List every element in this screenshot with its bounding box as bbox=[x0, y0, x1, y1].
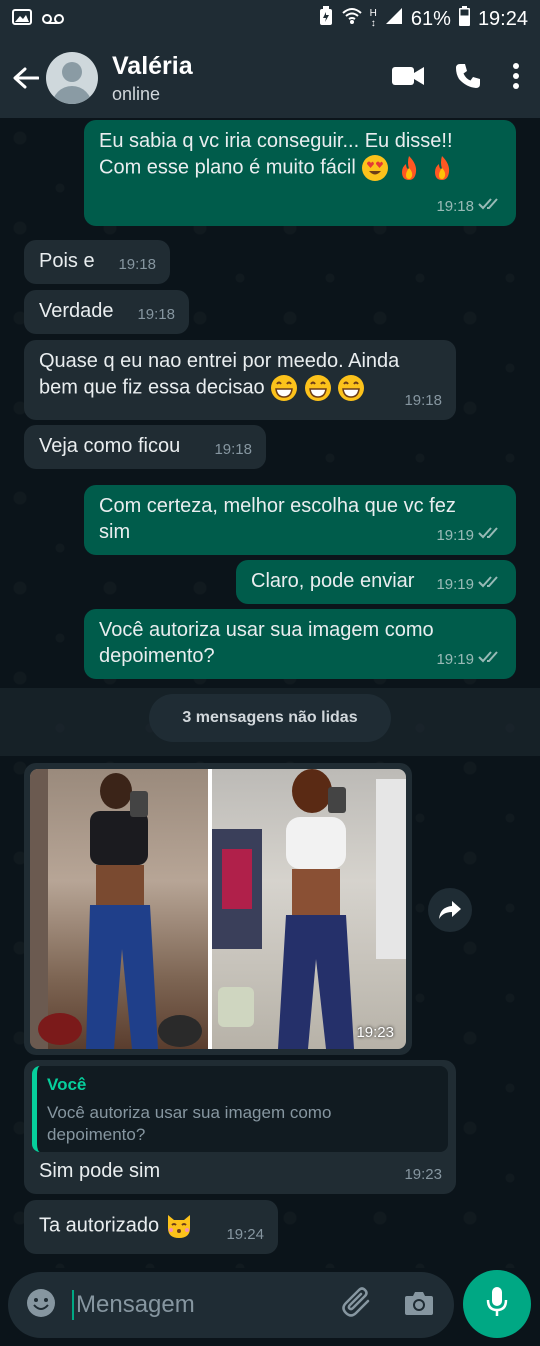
voicemail-icon bbox=[42, 8, 64, 31]
text-cursor bbox=[72, 1290, 74, 1320]
message-text: Claro, pode enviar bbox=[251, 570, 415, 592]
message-text: Sim pode sim bbox=[39, 1160, 161, 1182]
back-arrow-icon[interactable] bbox=[8, 60, 44, 96]
photo-after bbox=[212, 769, 406, 1049]
message-text: Ta autorizado bbox=[39, 1214, 160, 1237]
read-ticks-icon bbox=[478, 572, 502, 598]
heart-eyes-emoji-icon bbox=[361, 154, 389, 182]
emoji-icon[interactable] bbox=[26, 1288, 56, 1323]
message-text-line: Com esse plano é muito fácil bbox=[99, 156, 356, 179]
battery-saver-icon bbox=[318, 6, 334, 32]
read-ticks-icon bbox=[478, 647, 502, 673]
message-incoming[interactable]: Ta autorizado 19:24 bbox=[24, 1200, 278, 1254]
message-text-line: Eu sabia q vc iria conseguir... Eu disse… bbox=[99, 130, 453, 152]
clock: 19:24 bbox=[477, 7, 528, 30]
message-incoming-reply[interactable]: Você Você autoriza usar sua imagem como … bbox=[24, 1060, 456, 1194]
avatar[interactable] bbox=[46, 52, 98, 104]
message-time: 19:18 bbox=[137, 306, 175, 323]
video-call-icon[interactable] bbox=[392, 65, 424, 92]
chat-area[interactable]: Eu sabia q vc iria conseguir... Eu disse… bbox=[0, 118, 540, 1268]
message-time: 19:19 bbox=[436, 576, 474, 593]
message-time: 19:18 bbox=[214, 441, 252, 458]
read-ticks-icon bbox=[478, 194, 502, 220]
grinning-emoji-icon bbox=[304, 374, 332, 402]
grinning-emoji-icon bbox=[337, 374, 365, 402]
voice-record-button[interactable] bbox=[463, 1270, 531, 1338]
quote-author: Você bbox=[47, 1075, 87, 1094]
message-time: 19:23 bbox=[404, 1166, 442, 1183]
photo-image[interactable]: 19:23 bbox=[30, 769, 406, 1049]
battery-icon bbox=[458, 6, 470, 32]
message-outgoing[interactable]: Com certeza, melhor escolha que vc fez s… bbox=[84, 485, 516, 555]
message-text: Pois e bbox=[39, 250, 95, 272]
gallery-notification-icon bbox=[12, 8, 32, 31]
wifi-icon bbox=[342, 7, 362, 31]
voice-call-icon[interactable] bbox=[454, 62, 482, 95]
camera-icon[interactable] bbox=[404, 1290, 434, 1321]
more-options-icon[interactable] bbox=[512, 62, 520, 94]
kissing-cat-emoji-icon bbox=[165, 1212, 193, 1240]
message-incoming-photo[interactable]: 19:23 bbox=[24, 763, 412, 1055]
message-time: 19:19 bbox=[436, 527, 474, 544]
message-outgoing[interactable]: Claro, pode enviar 19:19 bbox=[236, 560, 516, 604]
read-ticks-icon bbox=[478, 523, 502, 549]
quoted-message[interactable]: Você Você autoriza usar sua imagem como … bbox=[32, 1066, 448, 1152]
message-outgoing[interactable]: Eu sabia q vc iria conseguir... Eu disse… bbox=[84, 120, 516, 226]
message-time: 19:19 bbox=[436, 651, 474, 668]
message-time: 19:18 bbox=[436, 198, 474, 215]
quote-text-line: depoimento? bbox=[47, 1125, 146, 1144]
message-incoming[interactable]: Verdade 19:18 bbox=[24, 290, 189, 334]
message-text: Verdade bbox=[39, 300, 114, 322]
message-text-line: bem que fiz essa decisao bbox=[39, 376, 265, 399]
attach-icon[interactable] bbox=[342, 1286, 374, 1324]
message-text: Veja como ficou bbox=[39, 435, 181, 457]
message-outgoing[interactable]: Você autoriza usar sua imagem como depoi… bbox=[84, 609, 516, 679]
unread-divider: 3 mensagens não lidas bbox=[149, 694, 391, 742]
message-composer bbox=[8, 1272, 454, 1338]
message-time: 19:18 bbox=[118, 256, 156, 273]
contact-name: Valéria bbox=[112, 51, 193, 80]
message-text-line: Com certeza, melhor escolha que vc fez bbox=[99, 495, 456, 517]
signal-icon bbox=[385, 7, 403, 31]
message-time: 19:23 bbox=[356, 1024, 394, 1041]
network-type-icon: H ↕ bbox=[369, 8, 377, 29]
message-text-line: Quase q eu nao entrei por meedo. Ainda bbox=[39, 350, 400, 372]
chat-header: Valéria online bbox=[0, 38, 540, 118]
battery-percent: 61% bbox=[410, 7, 451, 30]
fire-emoji-icon bbox=[395, 154, 423, 182]
message-incoming[interactable]: Pois e 19:18 bbox=[24, 240, 170, 284]
message-incoming[interactable]: Quase q eu nao entrei por meedo. Ainda b… bbox=[24, 340, 456, 420]
photo-before bbox=[30, 769, 208, 1049]
forward-icon[interactable] bbox=[428, 888, 472, 932]
message-time: 19:24 bbox=[226, 1226, 264, 1243]
message-time: 19:18 bbox=[404, 392, 442, 409]
contact-info[interactable]: Valéria online bbox=[112, 52, 193, 105]
message-input[interactable] bbox=[76, 1291, 316, 1319]
status-bar: H ↕ 61% 19:24 bbox=[0, 0, 540, 38]
quote-text-line: Você autoriza usar sua imagem como bbox=[47, 1103, 332, 1122]
contact-status: online bbox=[112, 83, 161, 104]
message-incoming[interactable]: Veja como ficou 19:18 bbox=[24, 425, 266, 469]
grinning-emoji-icon bbox=[270, 374, 298, 402]
microphone-icon bbox=[486, 1286, 508, 1323]
message-text-line: Você autoriza usar sua imagem como bbox=[99, 619, 434, 641]
fire-emoji-icon bbox=[428, 154, 456, 182]
